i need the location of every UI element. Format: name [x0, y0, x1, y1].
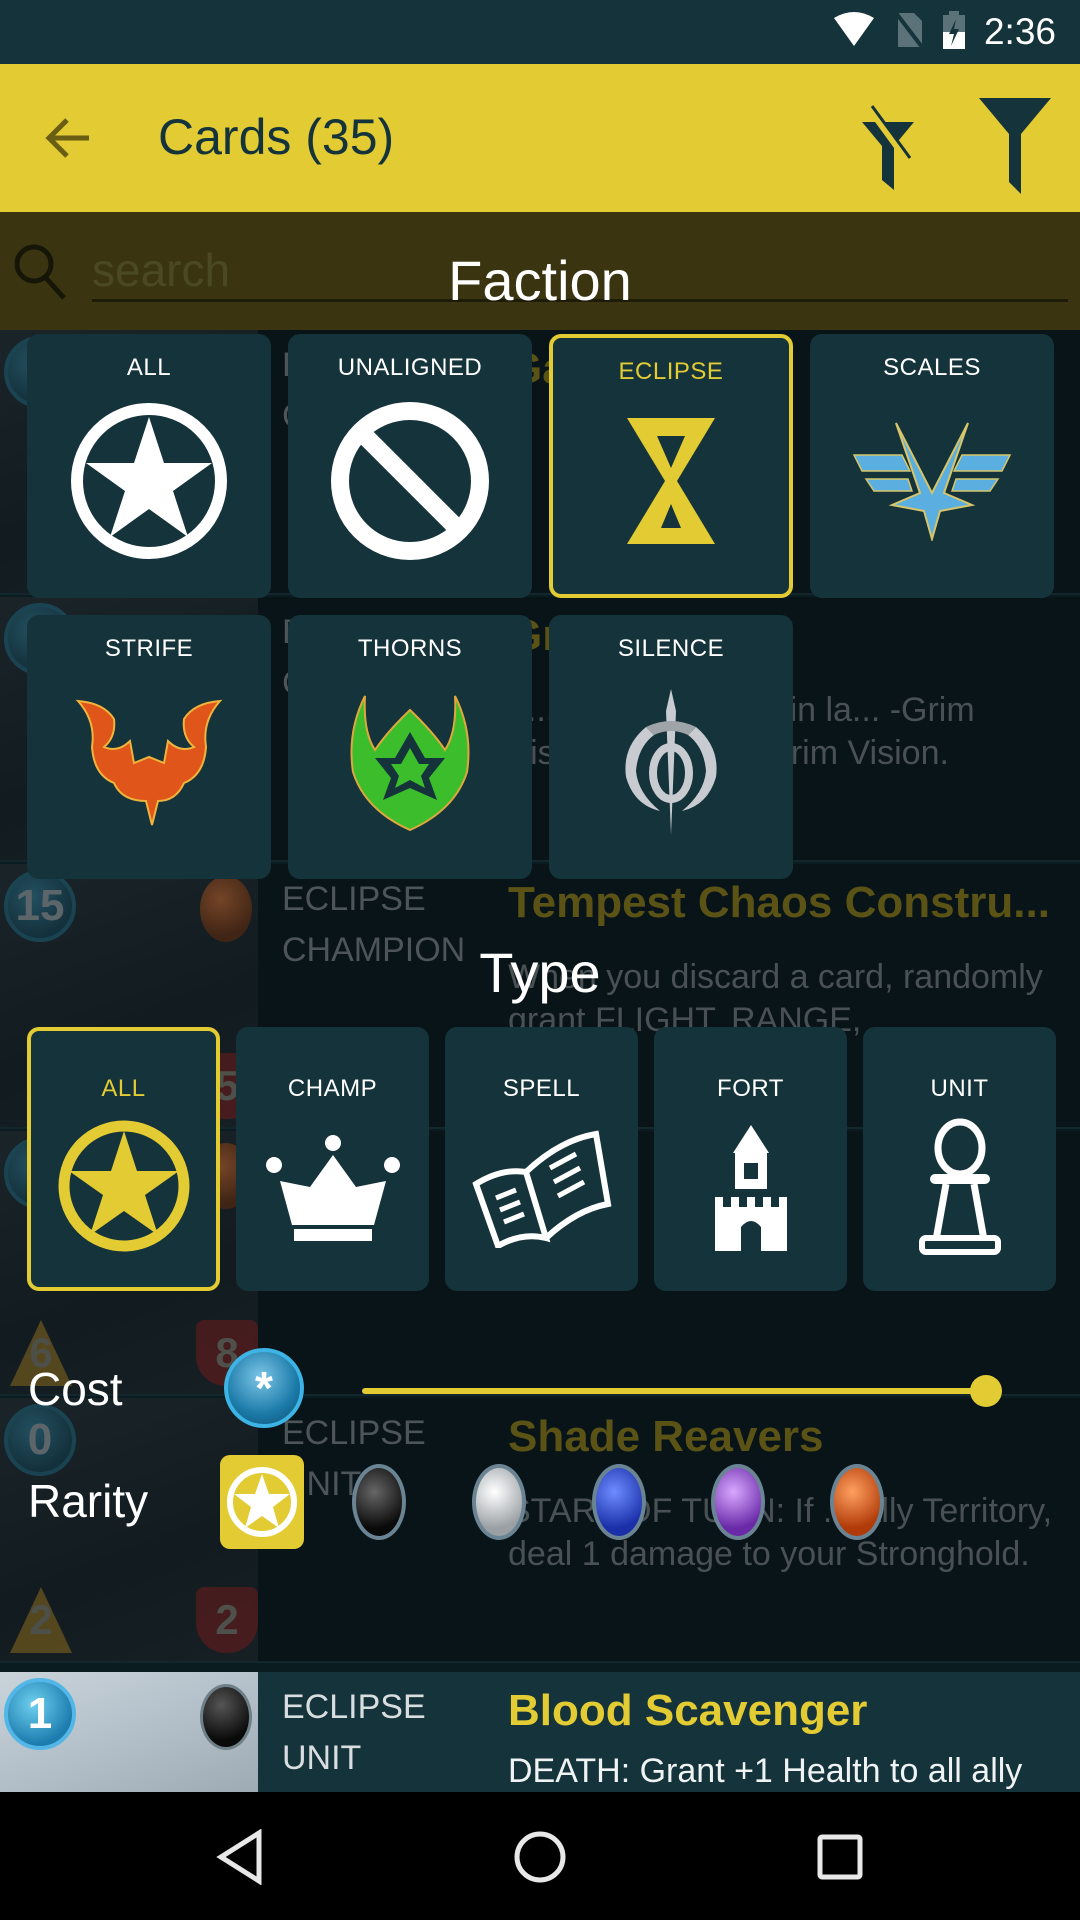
strife-emblem-icon	[75, 699, 223, 826]
castle-tower-icon	[714, 1125, 787, 1251]
type-label: SPELL	[502, 1075, 581, 1102]
card-text: DEATH: Grant +1 Health to all ally	[508, 1752, 1023, 1790]
silence-emblem-icon	[625, 689, 717, 835]
health-badge: 2	[196, 1587, 258, 1653]
rarity-option-purple[interactable]	[711, 1464, 765, 1540]
battery-charging-icon	[942, 10, 966, 55]
back-button[interactable]	[40, 110, 96, 166]
filter-remove-icon	[862, 105, 914, 190]
rarity-option-blue[interactable]	[592, 1464, 646, 1540]
app-bar: Cards (35)	[0, 64, 1080, 212]
filter-icon	[979, 98, 1051, 194]
navigation-bar	[0, 1792, 1080, 1920]
faction-tile-silence[interactable]: SILENCE	[549, 615, 793, 879]
rarity-label: Rarity	[28, 1475, 149, 1527]
faction-tile-unaligned[interactable]: UNALIGNED	[288, 334, 532, 598]
star-circle-icon	[58, 1120, 189, 1252]
faction-tile-scales[interactable]: SCALES	[810, 334, 1054, 598]
cost-badge: 15	[4, 870, 76, 942]
faction-label: ECLIPSE	[618, 358, 724, 385]
type-label: ALL	[101, 1075, 146, 1102]
hourglass-icon	[627, 418, 715, 544]
rarity-gem	[200, 876, 252, 942]
faction-label: ALL	[126, 354, 172, 381]
faction-tile-thorns[interactable]: THORNS	[288, 615, 532, 879]
page-title: Cards (35)	[158, 109, 395, 165]
thorns-emblem-icon	[350, 695, 470, 832]
recents-nav-icon	[817, 1834, 863, 1880]
rarity-option-all[interactable]	[220, 1455, 304, 1549]
nav-back-button[interactable]	[205, 1822, 275, 1892]
card-list-item[interactable]: 0 ECLIPSE UNIT Shade Reavers START OF TUR…	[0, 1398, 1080, 1663]
type-section-title: Type	[479, 941, 601, 1004]
cost-slider-track[interactable]	[362, 1388, 986, 1394]
status-time: 2:36	[983, 11, 1056, 52]
card-name: Shade Reavers	[508, 1412, 824, 1461]
type-tile-all[interactable]: ALL	[27, 1027, 220, 1291]
rarity-option-orange[interactable]	[830, 1464, 884, 1540]
card-meta: ECLIPSEUNIT	[282, 1688, 426, 1777]
faction-section-title: Faction	[448, 249, 632, 312]
type-label: CHAMP	[287, 1075, 378, 1102]
open-book-icon	[471, 1130, 611, 1248]
type-label: FORT	[717, 1075, 784, 1102]
pawn-icon	[918, 1118, 1001, 1255]
faction-label: UNALIGNED	[337, 354, 483, 381]
type-tile-unit[interactable]: UNIT	[863, 1027, 1056, 1291]
wifi-icon	[832, 11, 876, 53]
faction-label: SCALES	[883, 354, 981, 381]
card-list-item[interactable]: 1 ECLIPSE UNIT Blood Scavenger DEATH: Gra…	[0, 1672, 1080, 1792]
back-nav-icon	[216, 1829, 262, 1885]
no-symbol-icon	[331, 402, 489, 560]
type-label: UNIT	[930, 1075, 989, 1102]
cost-badge: 1	[4, 1678, 76, 1750]
cost-value-orb: *	[224, 1348, 304, 1428]
card-name: Tempest Chaos Constru...	[508, 878, 1050, 927]
faction-tile-all[interactable]: ALL	[27, 334, 271, 598]
home-nav-icon	[514, 1831, 566, 1883]
nav-recents-button[interactable]	[805, 1822, 875, 1892]
type-tile-spell[interactable]: SPELL	[445, 1027, 638, 1291]
faction-label: THORNS	[357, 635, 463, 662]
rarity-option-silver[interactable]	[472, 1464, 526, 1540]
clear-filter-button[interactable]	[858, 102, 928, 192]
type-tile-fort[interactable]: FORT	[654, 1027, 847, 1291]
rarity-gem	[200, 1684, 252, 1750]
cost-label: Cost	[28, 1363, 123, 1415]
card-name: Blood Scavenger	[508, 1686, 868, 1735]
type-tile-champ[interactable]: CHAMP	[236, 1027, 429, 1291]
faction-tile-strife[interactable]: STRIFE	[27, 615, 271, 879]
scales-emblem-icon	[852, 422, 1012, 541]
filter-button[interactable]	[975, 94, 1055, 194]
cost-slider-thumb[interactable]	[970, 1375, 1002, 1407]
status-bar: 2:36	[0, 0, 1080, 64]
arrow-back-icon	[45, 118, 89, 158]
faction-label: SILENCE	[617, 635, 725, 662]
faction-tile-eclipse[interactable]: ECLIPSE	[549, 334, 793, 598]
nav-home-button[interactable]	[505, 1822, 575, 1892]
no-sim-icon	[894, 11, 924, 54]
star-circle-icon	[227, 1467, 297, 1537]
star-circle-icon	[71, 403, 227, 559]
crown-icon	[265, 1135, 400, 1241]
rarity-option-black[interactable]	[352, 1464, 406, 1540]
faction-label: STRIFE	[104, 635, 194, 662]
